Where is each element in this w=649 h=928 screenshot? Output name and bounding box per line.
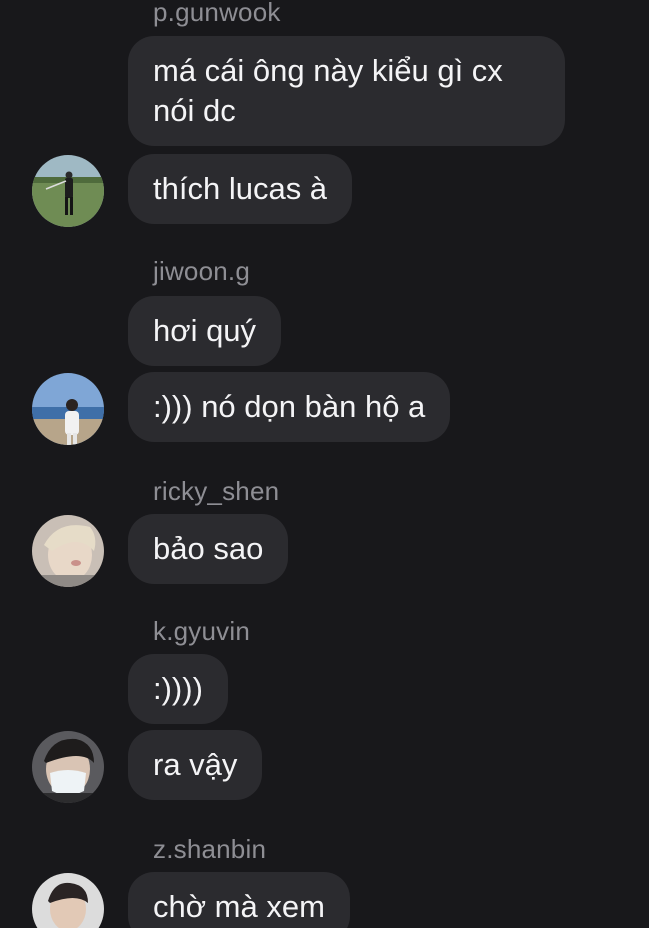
sender-name: k.gyuvin xyxy=(153,616,250,646)
message-bubble[interactable]: thích lucas à xyxy=(128,154,353,224)
message-bubble[interactable]: hơi quý xyxy=(128,296,282,366)
mask-avatar[interactable] xyxy=(32,731,104,803)
sender-name: jiwoon.g xyxy=(153,256,250,286)
message-bubble[interactable]: má cái ông này kiểu gì cx nói dc xyxy=(128,36,565,146)
beach-avatar[interactable] xyxy=(32,373,104,445)
golfer-avatar[interactable] xyxy=(32,155,104,227)
message-bubble[interactable]: chờ mà xem xyxy=(128,872,350,928)
sender-name: ricky_shen xyxy=(153,476,280,506)
message-bubble[interactable]: :))) nó dọn bàn hộ a xyxy=(128,372,451,442)
message-bubble[interactable]: bảo sao xyxy=(128,514,289,584)
message-bubble[interactable]: :)))) xyxy=(128,654,228,724)
sender-name: z.shanbin xyxy=(153,834,267,864)
message-bubble[interactable]: ra vậy xyxy=(128,730,263,800)
blonde-avatar[interactable] xyxy=(32,515,104,587)
sender-name: p.gunwook xyxy=(153,0,281,27)
portrait-avatar[interactable] xyxy=(32,873,104,928)
chat-thread: p.gunwook má cái ông này kiểu gì cx nói … xyxy=(0,0,649,928)
